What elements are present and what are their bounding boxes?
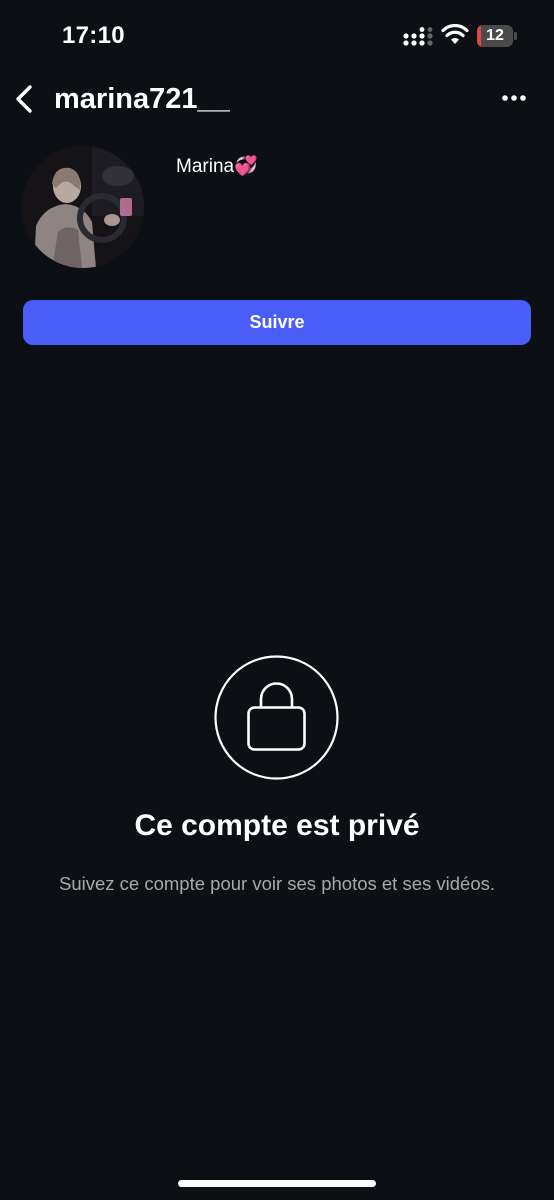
private-account-title: Ce compte est privé	[134, 809, 420, 842]
battery-icon: 12	[477, 25, 517, 47]
lock-icon	[214, 655, 339, 780]
more-options-button[interactable]	[496, 82, 532, 114]
battery-cap	[514, 32, 517, 40]
profile-display-name: Marina💞	[176, 156, 258, 177]
private-account-description: Suivez ce compte pour voir ses photos et…	[59, 873, 495, 894]
wifi-icon	[441, 23, 469, 46]
follow-button[interactable]: Suivre	[23, 300, 531, 345]
profile-avatar[interactable]	[22, 146, 144, 268]
battery-level: 12	[486, 27, 504, 44]
avatar-photo	[22, 146, 144, 268]
signal-icon	[403, 27, 435, 47]
back-button[interactable]	[8, 80, 42, 118]
battery-body: 12	[477, 25, 513, 47]
status-time: 17:10	[62, 22, 125, 49]
more-horizontal-icon	[502, 95, 526, 101]
home-indicator[interactable]	[178, 1180, 376, 1187]
profile-username: marina721__	[54, 83, 230, 115]
chevron-left-icon	[16, 85, 32, 113]
private-lock-badge	[214, 655, 339, 780]
status-bar: 17:10 12	[0, 0, 554, 70]
